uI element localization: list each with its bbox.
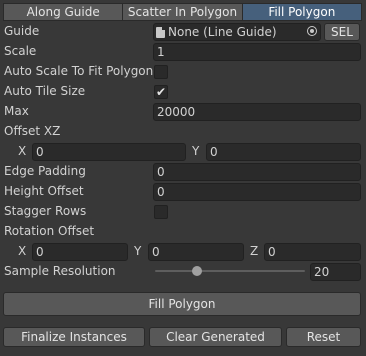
guide-value: None (Line Guide) <box>168 25 277 39</box>
finalize-instances-button[interactable]: Finalize Instances <box>3 327 145 347</box>
height-offset-label: Height Offset <box>4 184 84 198</box>
object-picker-icon[interactable] <box>307 26 317 36</box>
sample-resolution-slider-thumb[interactable] <box>192 266 202 276</box>
rotation-z-label: Z <box>250 244 259 258</box>
sel-button[interactable]: SEL <box>324 23 360 41</box>
auto-tile-checkbox[interactable]: ✔ <box>154 85 168 99</box>
max-label: Max <box>4 104 29 118</box>
reset-button[interactable]: Reset <box>286 327 361 347</box>
auto-scale-checkbox[interactable] <box>154 65 168 79</box>
fill-polygon-button[interactable]: Fill Polygon <box>3 292 361 316</box>
scale-input[interactable]: 1 <box>153 43 361 61</box>
tab-fill-polygon[interactable]: Fill Polygon <box>241 3 362 21</box>
sample-resolution-slider-track[interactable] <box>155 270 305 272</box>
sample-resolution-label: Sample Resolution <box>4 264 116 278</box>
guide-label: Guide <box>4 24 40 38</box>
object-icon <box>156 26 165 38</box>
rotation-x-label: X <box>18 244 27 258</box>
rotation-x-input[interactable]: 0 <box>32 243 128 261</box>
rotation-offset-label: Rotation Offset <box>4 224 95 238</box>
edge-padding-input[interactable]: 0 <box>153 163 361 181</box>
auto-tile-label: Auto Tile Size <box>4 84 86 98</box>
mode-tabs: Along Guide Scatter In Polygon Fill Poly… <box>3 3 362 21</box>
edge-padding-label: Edge Padding <box>4 164 86 178</box>
max-input[interactable]: 20000 <box>153 103 361 121</box>
rotation-y-input[interactable]: 0 <box>148 243 244 261</box>
sample-resolution-input[interactable]: 20 <box>310 263 361 281</box>
rotation-z-input[interactable]: 0 <box>264 243 361 261</box>
auto-scale-label: Auto Scale To Fit Polygon <box>4 64 154 78</box>
offset-y-label: Y <box>192 144 200 158</box>
clear-generated-button[interactable]: Clear Generated <box>149 327 282 347</box>
offset-xz-label: Offset XZ <box>4 124 61 138</box>
stagger-rows-checkbox[interactable] <box>154 205 168 219</box>
guide-object-field[interactable]: None (Line Guide) <box>153 23 321 41</box>
rotation-y-label: Y <box>134 244 142 258</box>
offset-x-label: X <box>18 144 27 158</box>
scale-label: Scale <box>4 44 37 58</box>
tab-scatter-in-polygon[interactable]: Scatter In Polygon <box>122 3 243 21</box>
offset-y-input[interactable]: 0 <box>206 143 361 161</box>
offset-x-input[interactable]: 0 <box>32 143 186 161</box>
fill-polygon-panel: Along Guide Scatter In Polygon Fill Poly… <box>0 0 366 356</box>
stagger-rows-label: Stagger Rows <box>4 204 87 218</box>
checkmark-icon: ✔ <box>155 85 167 99</box>
height-offset-input[interactable]: 0 <box>153 183 361 201</box>
tab-along-guide[interactable]: Along Guide <box>3 3 124 21</box>
